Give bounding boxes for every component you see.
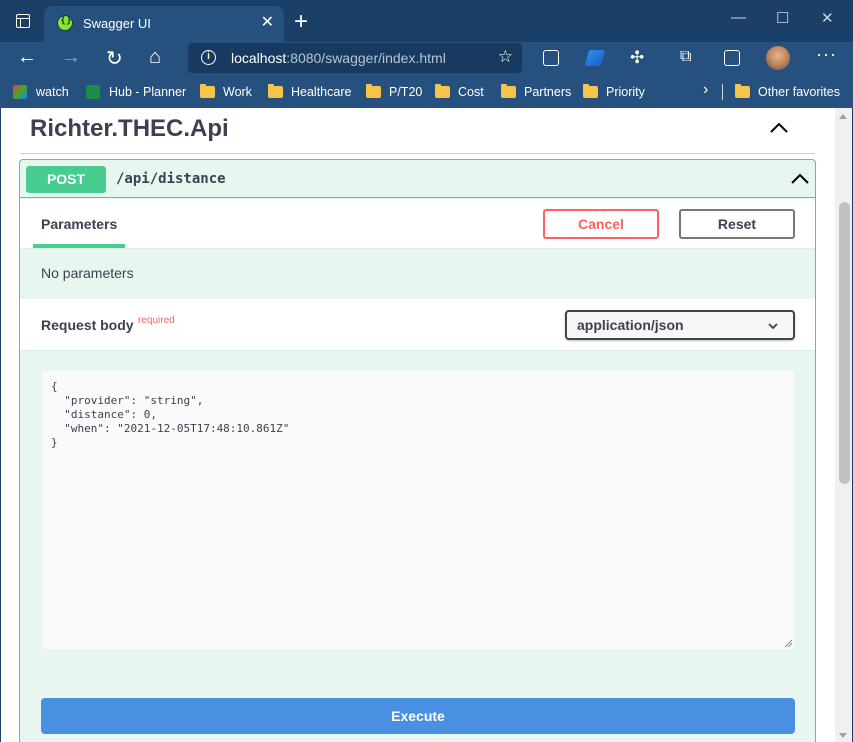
home-button[interactable]: ⌂	[149, 46, 161, 69]
vertical-scrollbar[interactable]	[835, 108, 852, 742]
extensions-icon[interactable]: ✣	[630, 48, 644, 68]
add-favorite-icon[interactable]: ☆	[498, 47, 513, 67]
folder-icon	[501, 84, 516, 98]
content-type-value: application/json	[577, 317, 684, 333]
tab-parameters[interactable]: Parameters	[41, 216, 117, 232]
scrollbar-thumb[interactable]	[839, 202, 850, 484]
resize-grip-icon[interactable]	[784, 639, 792, 647]
watch-site-icon	[13, 85, 27, 99]
http-method-badge: POST	[26, 166, 106, 193]
folder-icon	[200, 84, 215, 98]
operation-summary[interactable]: POST /api/distance	[20, 160, 815, 198]
swagger-favicon-icon	[57, 15, 73, 31]
url-text[interactable]: localhost:8080/swagger/index.html	[231, 50, 446, 66]
tab-close-icon[interactable]: ✕	[261, 12, 274, 32]
profile-avatar[interactable]	[766, 46, 790, 70]
minimize-button[interactable]: —	[731, 9, 746, 26]
new-tab-button[interactable]: +	[294, 8, 308, 36]
no-parameters-text: No parameters	[41, 265, 134, 281]
folder-icon	[735, 84, 750, 98]
favorite-pt20[interactable]: P/T20	[366, 84, 422, 100]
parameters-header: Parameters Cancel Reset	[20, 199, 815, 249]
request-body-editor[interactable]: { "provider": "string", "distance": 0, "…	[41, 370, 795, 650]
favorite-work[interactable]: Work	[200, 84, 252, 100]
maximize-button[interactable]: ☐	[776, 9, 789, 27]
favorite-hub-planner[interactable]: Hub - Planner	[86, 84, 186, 100]
folder-icon	[268, 84, 283, 98]
execute-button[interactable]: Execute	[41, 698, 795, 734]
url-bar[interactable]: i localhost:8080/swagger/index.html ☆	[188, 43, 522, 73]
settings-more-icon[interactable]: ···	[816, 44, 837, 65]
tab-active-indicator	[33, 244, 125, 248]
content-type-select[interactable]: application/json	[565, 310, 795, 340]
forward-button[interactable]: →	[61, 46, 81, 69]
favorite-priority[interactable]: Priority	[583, 84, 645, 100]
required-marker: required	[138, 315, 175, 326]
favorite-partners[interactable]: Partners	[501, 84, 571, 100]
favorite-other-favorites[interactable]: Other favorites	[735, 84, 840, 100]
request-body-json[interactable]: { "provider": "string", "distance": 0, "…	[51, 380, 289, 450]
chevron-down-icon	[768, 323, 778, 330]
chevron-up-icon[interactable]	[790, 169, 810, 189]
reset-button[interactable]: Reset	[679, 209, 795, 239]
page-viewport: Richter.THEC.Api POST /api/distance Para…	[1, 108, 852, 742]
title-divider	[20, 153, 815, 154]
reader-extension-icon[interactable]	[543, 50, 559, 66]
address-bar-row: ← → ↻ ⌂ i localhost:8080/swagger/index.h…	[0, 42, 853, 76]
back-button[interactable]: ←	[17, 46, 37, 69]
request-body-header: Request body required application/json	[20, 299, 815, 351]
close-window-button[interactable]: ✕	[821, 9, 834, 27]
folder-icon	[366, 84, 381, 98]
favorite-cost[interactable]: Cost	[435, 84, 484, 100]
api-title: Richter.THEC.Api	[30, 115, 229, 142]
power-automate-extension-icon[interactable]	[584, 50, 606, 66]
scroll-down-arrow-icon[interactable]	[839, 733, 847, 738]
title-bar: Swagger UI ✕ + — ☐ ✕	[0, 0, 853, 42]
cancel-button[interactable]: Cancel	[543, 209, 659, 239]
scroll-up-arrow-icon[interactable]	[839, 114, 847, 119]
browser-tab[interactable]: Swagger UI ✕	[44, 6, 284, 42]
favorite-healthcare[interactable]: Healthcare	[268, 84, 351, 100]
favorite-watch[interactable]: watch	[13, 84, 69, 100]
collections-icon[interactable]: ⧉	[680, 48, 691, 66]
operation-block: POST /api/distance Parameters Cancel Res…	[19, 159, 816, 742]
refresh-button[interactable]: ↻	[106, 46, 123, 71]
favorites-overflow-chevron-icon[interactable]: ›	[703, 81, 708, 99]
site-info-icon[interactable]: i	[201, 50, 216, 65]
operation-path: /api/distance	[116, 171, 226, 187]
folder-icon	[583, 84, 598, 98]
planner-icon	[86, 85, 100, 99]
request-body-label: Request body	[41, 317, 134, 333]
folder-icon	[435, 84, 450, 98]
chevron-up-icon[interactable]	[769, 118, 789, 138]
favorites-bar: watch Hub - Planner Work Healthcare P/T2…	[0, 76, 853, 108]
web-capture-icon[interactable]	[724, 50, 740, 66]
tab-actions-icon[interactable]	[16, 14, 30, 28]
tab-title: Swagger UI	[83, 16, 151, 31]
favorites-divider	[722, 84, 723, 100]
